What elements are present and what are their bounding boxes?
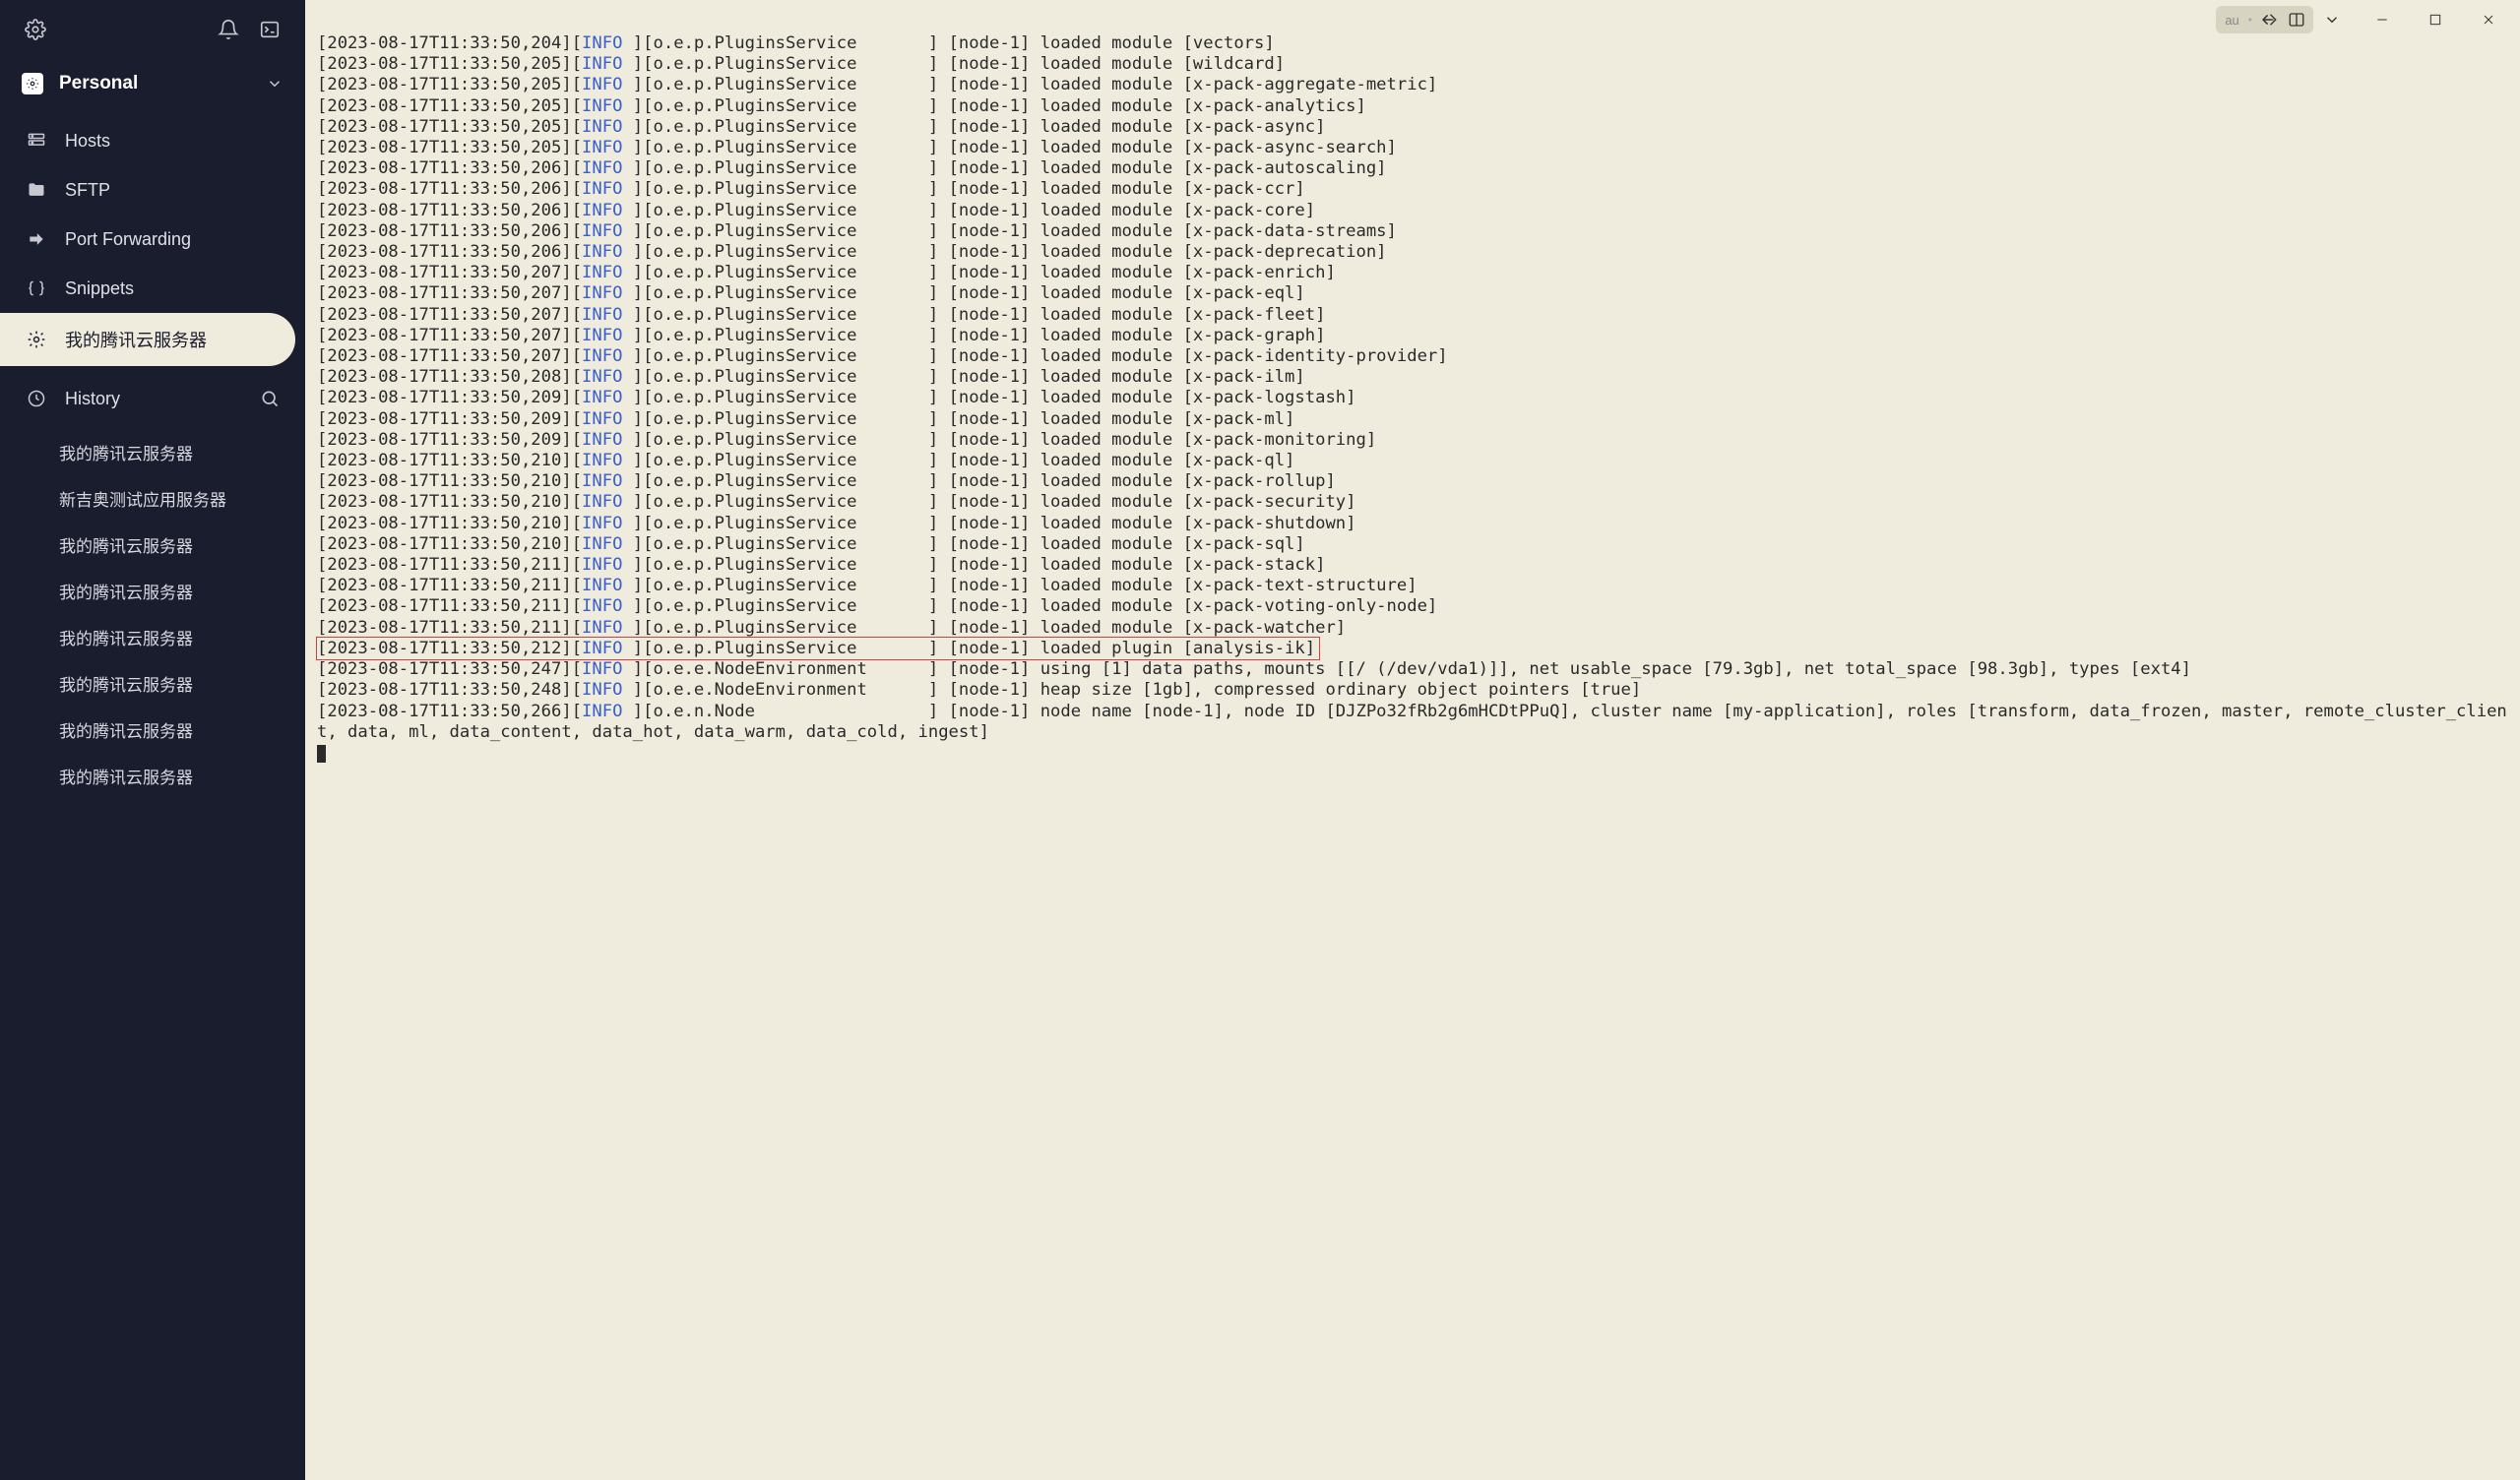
history-entry[interactable]: 我的腾讯云服务器 [0, 660, 305, 707]
log-line: [2023-08-17T11:33:50,209][INFO ][o.e.p.P… [317, 430, 2508, 451]
log-line: [2023-08-17T11:33:50,209][INFO ][o.e.p.P… [317, 409, 2508, 430]
share-icon[interactable] [2258, 9, 2280, 31]
window-controls [2370, 8, 2510, 31]
log-line: [2023-08-17T11:33:50,205][INFO ][o.e.p.P… [317, 96, 2508, 117]
log-line: [2023-08-17T11:33:50,205][INFO ][o.e.p.P… [317, 75, 2508, 95]
nav-item-settings-small[interactable]: 我的腾讯云服务器 [0, 313, 295, 366]
log-line: [2023-08-17T11:33:50,210][INFO ][o.e.p.P… [317, 471, 2508, 492]
workspace-icon [22, 73, 43, 94]
history-list: 我的腾讯云服务器新吉奥测试应用服务器我的腾讯云服务器我的腾讯云服务器我的腾讯云服… [0, 423, 305, 805]
log-line: [2023-08-17T11:33:50,204][INFO ][o.e.p.P… [317, 33, 2508, 54]
nav-item-forward[interactable]: Port Forwarding [0, 215, 305, 264]
chevron-down-titlebar-icon[interactable] [2321, 9, 2343, 31]
log-line: [2023-08-17T11:33:50,206][INFO ][o.e.p.P… [317, 221, 2508, 242]
terminal-output[interactable]: [2023-08-17T11:33:50,204][INFO ][o.e.p.P… [305, 0, 2520, 1480]
log-line: [2023-08-17T11:33:50,206][INFO ][o.e.p.P… [317, 158, 2508, 179]
titlebar: au • [2206, 0, 2520, 39]
nav-item-folder[interactable]: SFTP [0, 165, 305, 215]
log-line: [2023-08-17T11:33:50,211][INFO ][o.e.p.P… [317, 618, 2508, 639]
log-line: [2023-08-17T11:33:50,266][INFO ][o.e.n.N… [317, 702, 2508, 743]
main-area: au • [2023-08-17T11:33:50,204][INFO ][o.… [305, 0, 2520, 1480]
nav-label: Snippets [65, 278, 280, 299]
log-line: [2023-08-17T11:33:50,211][INFO ][o.e.p.P… [317, 576, 2508, 596]
terminal-icon[interactable] [258, 18, 282, 41]
forward-icon [26, 228, 47, 250]
log-line: [2023-08-17T11:33:50,206][INFO ][o.e.p.P… [317, 201, 2508, 221]
chevron-down-icon [266, 75, 284, 92]
title-hint-text: au [2222, 13, 2241, 28]
log-line: [2023-08-17T11:33:50,207][INFO ][o.e.p.P… [317, 305, 2508, 326]
history-entry[interactable]: 新吉奥测试应用服务器 [0, 475, 305, 522]
nav-item-hosts[interactable]: Hosts [0, 116, 305, 165]
minimize-button[interactable] [2370, 8, 2394, 31]
log-line: [2023-08-17T11:33:50,210][INFO ][o.e.p.P… [317, 514, 2508, 534]
settings-small-icon [26, 329, 47, 350]
history-entry[interactable]: 我的腾讯云服务器 [0, 707, 305, 753]
maximize-button[interactable] [2424, 8, 2447, 31]
log-line: [2023-08-17T11:33:50,210][INFO ][o.e.p.P… [317, 534, 2508, 555]
history-entry[interactable]: 我的腾讯云服务器 [0, 614, 305, 660]
nav-label: SFTP [65, 180, 280, 201]
split-panel-icon[interactable] [2286, 9, 2307, 31]
log-line: [2023-08-17T11:33:50,207][INFO ][o.e.p.P… [317, 283, 2508, 304]
folder-icon [26, 179, 47, 201]
log-line: [2023-08-17T11:33:50,211][INFO ][o.e.p.P… [317, 555, 2508, 576]
log-line: [2023-08-17T11:33:50,211][INFO ][o.e.p.P… [317, 596, 2508, 617]
log-line: [2023-08-17T11:33:50,212][INFO ][o.e.p.P… [317, 639, 2508, 659]
log-line: [2023-08-17T11:33:50,205][INFO ][o.e.p.P… [317, 54, 2508, 75]
bell-icon[interactable] [217, 18, 240, 41]
braces-icon [26, 278, 47, 299]
nav-list: Hosts SFTP Port Forwarding Snippets 我的腾讯云服务器 [0, 108, 305, 374]
log-line: [2023-08-17T11:33:50,205][INFO ][o.e.p.P… [317, 117, 2508, 138]
log-line: [2023-08-17T11:33:50,248][INFO ][o.e.e.N… [317, 680, 2508, 701]
history-entry[interactable]: 我的腾讯云服务器 [0, 753, 305, 799]
nav-label: Port Forwarding [65, 229, 280, 250]
history-label: History [65, 389, 242, 409]
log-line: [2023-08-17T11:33:50,209][INFO ][o.e.p.P… [317, 388, 2508, 408]
nav-label: Hosts [65, 131, 280, 152]
close-button[interactable] [2477, 8, 2500, 31]
title-dot: • [2248, 13, 2252, 27]
clock-icon [26, 388, 47, 409]
history-entry[interactable]: 我的腾讯云服务器 [0, 429, 305, 475]
log-line: [2023-08-17T11:33:50,207][INFO ][o.e.p.P… [317, 346, 2508, 367]
log-line: [2023-08-17T11:33:50,207][INFO ][o.e.p.P… [317, 326, 2508, 346]
terminal-cursor [317, 745, 326, 763]
workspace-selector[interactable]: Personal [0, 59, 305, 108]
title-controls-group: au • [2216, 6, 2313, 33]
nav-label: 我的腾讯云服务器 [65, 327, 270, 352]
sidebar: Personal Hosts SFTP Port Forwarding Snippet… [0, 0, 305, 1480]
hosts-icon [26, 130, 47, 152]
log-line: [2023-08-17T11:33:50,210][INFO ][o.e.p.P… [317, 451, 2508, 471]
workspace-label: Personal [59, 73, 250, 94]
log-line: [2023-08-17T11:33:50,205][INFO ][o.e.p.P… [317, 138, 2508, 158]
log-line: [2023-08-17T11:33:50,206][INFO ][o.e.p.P… [317, 179, 2508, 200]
settings-icon[interactable] [24, 18, 47, 41]
log-line: [2023-08-17T11:33:50,247][INFO ][o.e.e.N… [317, 659, 2508, 680]
history-section-header[interactable]: History [0, 374, 305, 423]
log-line: [2023-08-17T11:33:50,208][INFO ][o.e.p.P… [317, 367, 2508, 388]
log-line: [2023-08-17T11:33:50,206][INFO ][o.e.p.P… [317, 242, 2508, 263]
log-line: [2023-08-17T11:33:50,207][INFO ][o.e.p.P… [317, 263, 2508, 283]
sidebar-top-bar [0, 0, 305, 59]
search-icon[interactable] [260, 389, 280, 408]
nav-item-braces[interactable]: Snippets [0, 264, 305, 313]
log-line: [2023-08-17T11:33:50,210][INFO ][o.e.p.P… [317, 492, 2508, 513]
history-entry[interactable]: 我的腾讯云服务器 [0, 568, 305, 614]
history-entry[interactable]: 我的腾讯云服务器 [0, 522, 305, 568]
